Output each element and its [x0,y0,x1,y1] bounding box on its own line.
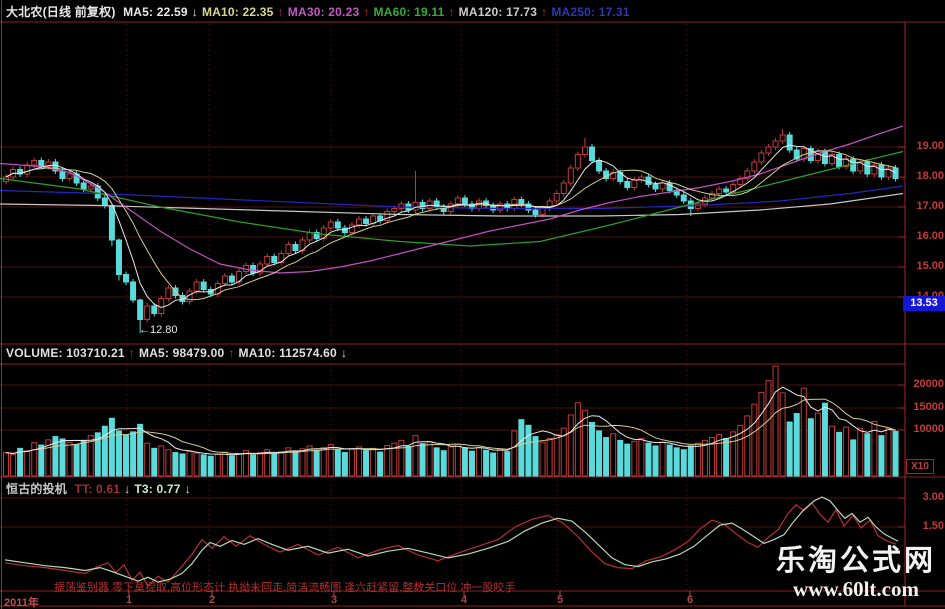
watermark-site-url: www.60lt.com [793,577,919,601]
up-arrow-icon: ↑ [277,5,284,19]
down-arrow-icon: ↓ [191,5,198,19]
watermark-site-name: 乐淘公式网 [775,545,936,577]
ma-legend: MA5: 22.59 ↓ MA10: 22.35 ↑ MA30: 20.23 ↑ MA60:… [123,5,634,19]
up-arrow-icon: ↑ [228,346,235,360]
legend-item: MA10: 112574.60 [238,346,337,360]
axis-tick-label: 18.00 [916,170,944,182]
legend-item: VOLUME: 103710.21 [6,346,125,360]
up-arrow-icon: ↑ [541,5,548,19]
legend-item: MA250: 17.31 [551,5,630,19]
indicator-name: 恒古的投机 [6,482,68,496]
axis-tick-label: 15000 [913,401,944,413]
legend-item: MA120: 17.73 [458,5,538,19]
timeline-month-label[interactable]: 5 [557,594,563,606]
up-arrow-icon: ↑ [448,5,455,19]
legend-item: T3: 0.77 [134,482,181,496]
axis-tick-label: 1.50 [922,520,944,532]
legend-item: MA10: 22.35 [201,5,274,19]
trading-app-window: 大北农(日线 前复权) MA5: 22.59 ↓ MA10: 22.35 ↑ MA30:… [0,0,945,609]
indicator-values: TT: 0.61 ↓ T3: 0.77 ↓ [75,482,195,496]
formula-status-text: 振荡鉴别器 零下莫提取,高位形态计 执拗未回走,简洁流畅图 逢六赶紧留,整数关口… [54,582,516,594]
volume-header: VOLUME: 103710.21 ↑ MA5: 98479.00 ↑ MA10: 11… [6,346,351,360]
axis-tick-label: 20000 [913,378,944,390]
axis-tick-label: 15.00 [916,260,944,272]
watermark: 乐淘公式网 www.60lt.com [770,544,942,600]
timeline-year-label[interactable]: 2011年 [4,594,39,609]
chart-canvas[interactable] [0,0,945,609]
current-price-badge: 13.53 [903,296,945,311]
down-arrow-icon: ↓ [340,346,348,360]
window-left-border [1,0,2,609]
axis-tick-label: 3.00 [922,491,944,503]
axis-tick-label: 19.00 [916,140,944,152]
legend-item: MA60: 19.11 [373,5,445,19]
timeline-month-label[interactable]: 1 [126,594,132,606]
stock-title: 大北农(日线 前复权) [6,5,116,19]
up-arrow-icon: ↑ [128,346,135,360]
timeline-month-label[interactable]: 2 [209,594,215,606]
legend-item: MA5: 22.59 [123,5,188,19]
main-chart-header: 大北农(日线 前复权) MA5: 22.59 ↓ MA10: 22.35 ↑ MA30:… [6,3,638,20]
indicator-header: 恒古的投机 TT: 0.61 ↓ T3: 0.77 ↓ [6,480,199,497]
axis-tick-label: 16.00 [916,230,944,242]
low-price-annotation: ←12.80 [139,324,178,336]
legend-item: TT: 0.61 [74,482,121,496]
axis-tick-label: 10000 [913,423,944,435]
timeline-month-label[interactable]: 3 [331,594,337,606]
timeline-month-label[interactable]: 4 [461,594,467,606]
down-arrow-icon: ↓ [184,482,191,496]
axis-tick-label: 17.00 [916,200,944,212]
down-arrow-icon: ↓ [124,482,131,496]
volume-scale-badge: X10 [906,459,934,474]
legend-item: MA5: 98479.00 [139,346,225,360]
timeline-month-label[interactable]: 6 [687,594,693,606]
up-arrow-icon: ↑ [363,5,370,19]
legend-item: MA30: 20.23 [287,5,360,19]
